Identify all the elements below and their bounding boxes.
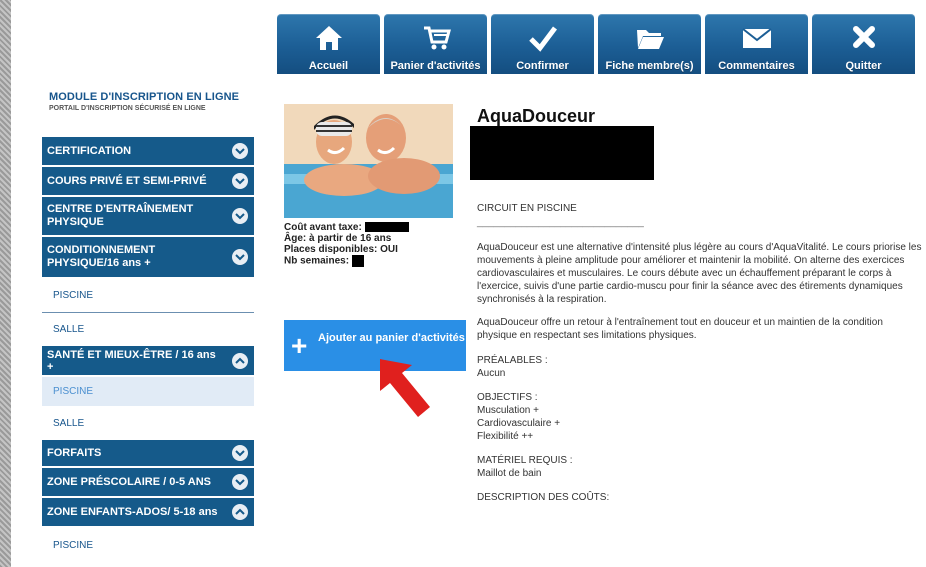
objectives-label: OBJECTIFS : xyxy=(477,392,538,403)
nav-cart-label: Panier d'activités xyxy=(390,60,481,72)
sidebar-category-forfaits[interactable]: FORFAITS xyxy=(42,440,254,468)
activity-photo xyxy=(284,104,453,218)
sidebar-item-salle[interactable]: SALLE xyxy=(42,407,254,440)
sidebar-category-centre-entrainement[interactable]: CENTRE D'ENTRAÎNEMENT PHYSIQUE xyxy=(42,197,254,237)
nav-quit-label: Quitter xyxy=(845,60,882,72)
nav-home-button[interactable]: Accueil xyxy=(277,14,380,74)
activity-category: CIRCUIT EN PISCINE xyxy=(477,203,577,214)
sidebar-item-piscine-active[interactable]: PISCINE xyxy=(42,377,254,407)
sidebar: CERTIFICATION COURS PRIVÉ ET SEMI-PRIVÉ … xyxy=(42,137,254,562)
red-arrow-annotation xyxy=(380,359,430,417)
redacted-cost xyxy=(364,222,409,233)
sidebar-category-label: SANTÉ ET MIEUX-ÊTRE / 16 ans + xyxy=(47,348,216,373)
sidebar-category-conditionnement[interactable]: CONDITIONNEMENT PHYSIQUE/16 ans + xyxy=(42,237,254,279)
description-paragraph-1: AquaDouceur est une alternative d'intens… xyxy=(477,242,922,305)
top-navigation: Accueil Panier d'activités Confirmer Fic… xyxy=(277,14,926,76)
couple-in-pool-image xyxy=(284,104,453,218)
chevron-up-icon[interactable] xyxy=(232,352,248,369)
separator-line: ______________________________ xyxy=(477,217,644,228)
activity-info: Coût avant taxe: Âge: à partir de 16 ans… xyxy=(284,222,409,267)
nav-comments-button[interactable]: Commentaires xyxy=(705,14,808,74)
checkmark-icon xyxy=(491,24,594,54)
sidebar-category-label: ZONE ENFANTS-ADOS/ 5-18 ans xyxy=(47,506,218,518)
sidebar-category-certification[interactable]: CERTIFICATION xyxy=(42,137,254,167)
module-title: MODULE D'INSCRIPTION EN LIGNE xyxy=(49,91,240,103)
activity-title: AquaDouceur xyxy=(477,106,596,126)
weeks-label: Nb semaines: xyxy=(284,255,350,267)
age-row: Âge: à partir de 16 ans xyxy=(284,233,392,244)
nav-cart-button[interactable]: Panier d'activités xyxy=(384,14,487,74)
nav-comments-label: Commentaires xyxy=(718,60,795,72)
equipment-value: Maillot de bain xyxy=(477,468,542,479)
weeks-row: Nb semaines: xyxy=(284,255,409,267)
sidebar-item-salle[interactable]: SALLE xyxy=(42,313,254,346)
objective-item: Flexibilité ++ xyxy=(477,431,534,442)
sidebar-category-label: FORFAITS xyxy=(47,447,102,459)
chevron-down-icon[interactable] xyxy=(232,474,248,490)
sidebar-category-label: ZONE PRÉSCOLAIRE / 0-5 ANS xyxy=(47,476,212,488)
sidebar-item-piscine[interactable]: PISCINE xyxy=(42,528,254,562)
chevron-down-icon[interactable] xyxy=(232,143,248,159)
activity-detail: AquaDouceur CIRCUIT EN PISCINE _________… xyxy=(470,106,924,504)
redacted-weeks xyxy=(351,255,364,267)
folder-icon xyxy=(598,24,701,54)
sidebar-item-label: PISCINE xyxy=(53,539,94,551)
left-texture-strip xyxy=(0,0,11,567)
sidebar-item-piscine[interactable]: PISCINE xyxy=(42,279,254,313)
objective-item: Musculation + xyxy=(477,405,539,416)
sidebar-category-enfants-ados[interactable]: ZONE ENFANTS-ADOS/ 5-18 ans xyxy=(42,498,254,528)
add-to-cart-label: Ajouter au panier d'activités xyxy=(318,332,465,344)
equipment-label: MATÉRIEL REQUIS : xyxy=(477,455,573,466)
sidebar-item-label: PISCINE xyxy=(53,290,94,301)
close-icon xyxy=(812,24,915,54)
nav-member-file-label: Fiche membre(s) xyxy=(605,60,694,72)
plus-icon: + xyxy=(291,330,308,361)
chevron-down-icon[interactable] xyxy=(232,249,248,265)
sidebar-category-label: CENTRE D'ENTRAÎNEMENT PHYSIQUE xyxy=(47,203,194,228)
sidebar-category-label: CONDITIONNEMENT PHYSIQUE/16 ans + xyxy=(47,244,156,269)
envelope-icon xyxy=(705,24,808,54)
sidebar-category-label: CERTIFICATION xyxy=(47,145,132,157)
sidebar-item-label: SALLE xyxy=(53,418,85,429)
prereq-value: Aucun xyxy=(477,368,506,379)
cost-label: Coût avant taxe: xyxy=(284,222,362,233)
chevron-down-icon[interactable] xyxy=(232,173,248,189)
sidebar-category-prescolaire[interactable]: ZONE PRÉSCOLAIRE / 0-5 ANS xyxy=(42,468,254,498)
sidebar-item-label: SALLE xyxy=(53,324,85,335)
nav-confirm-label: Confirmer xyxy=(516,60,569,72)
cost-row: Coût avant taxe: xyxy=(284,222,409,233)
nav-home-label: Accueil xyxy=(308,60,349,72)
sidebar-category-sante[interactable]: SANTÉ ET MIEUX-ÊTRE / 16 ans + xyxy=(42,346,254,377)
description-paragraph-2: AquaDouceur offre un retour à l'entraîne… xyxy=(477,317,883,341)
redacted-block xyxy=(470,126,654,180)
prereq-label: PRÉALABLES : xyxy=(477,355,548,366)
costs-label: DESCRIPTION DES COÛTS: xyxy=(477,492,610,503)
sidebar-category-cours-prive[interactable]: COURS PRIVÉ ET SEMI-PRIVÉ xyxy=(42,167,254,197)
cart-icon xyxy=(384,24,487,54)
nav-confirm-button[interactable]: Confirmer xyxy=(491,14,594,74)
places-row: Places disponibles: OUI xyxy=(284,244,398,255)
chevron-down-icon[interactable] xyxy=(232,208,248,224)
module-subtitle: PORTAIL D'INSCRIPTION SÉCURISÉ EN LIGNE xyxy=(49,105,206,112)
sidebar-item-label: PISCINE xyxy=(53,386,94,397)
nav-quit-button[interactable]: Quitter xyxy=(812,14,915,74)
nav-member-file-button[interactable]: Fiche membre(s) xyxy=(598,14,701,74)
sidebar-category-label: COURS PRIVÉ ET SEMI-PRIVÉ xyxy=(47,175,207,187)
objective-item: Cardiovasculaire + xyxy=(477,418,561,429)
chevron-down-icon[interactable] xyxy=(232,445,248,461)
chevron-up-icon[interactable] xyxy=(232,504,248,520)
home-icon xyxy=(277,24,380,54)
